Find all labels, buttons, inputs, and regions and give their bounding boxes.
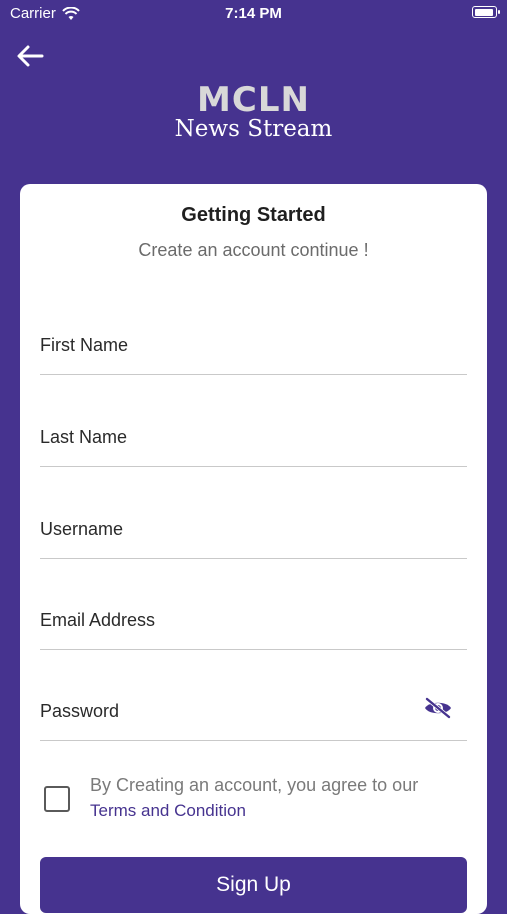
agreement-text-block: By Creating an account, you agree to our… [90, 772, 480, 824]
last-name-input[interactable] [40, 427, 467, 448]
first-name-field [40, 304, 467, 375]
arrow-left-icon [17, 45, 44, 67]
eye-off-icon [425, 697, 451, 719]
password-input[interactable] [40, 701, 420, 722]
terms-checkbox[interactable] [44, 786, 70, 812]
email-field [40, 579, 467, 650]
password-field [40, 670, 467, 741]
back-button[interactable] [14, 40, 46, 72]
status-bar: Carrier 7:14 PM [0, 0, 507, 28]
signup-button[interactable]: Sign Up [40, 857, 467, 913]
logo-sub-text: News Stream [174, 116, 333, 142]
logo-main-text: MCLN [197, 80, 310, 120]
battery-fill [474, 8, 493, 16]
status-time: 7:14 PM [225, 5, 282, 22]
card-subtitle: Create an account continue ! [138, 240, 369, 260]
email-input[interactable] [40, 610, 467, 631]
battery-icon [472, 6, 500, 18]
username-field [40, 488, 467, 559]
first-name-input[interactable] [40, 335, 467, 356]
agreement-text: By Creating an account, you agree to our [90, 775, 419, 795]
last-name-field [40, 396, 467, 467]
password-visibility-toggle[interactable] [423, 696, 453, 720]
card-title: Getting Started [181, 204, 326, 226]
terms-link[interactable]: Terms and Condition [90, 798, 480, 824]
app-logo: MCLN News Stream [0, 80, 507, 142]
username-input[interactable] [40, 519, 467, 540]
signup-card: Getting Started Create an account contin… [20, 184, 487, 914]
